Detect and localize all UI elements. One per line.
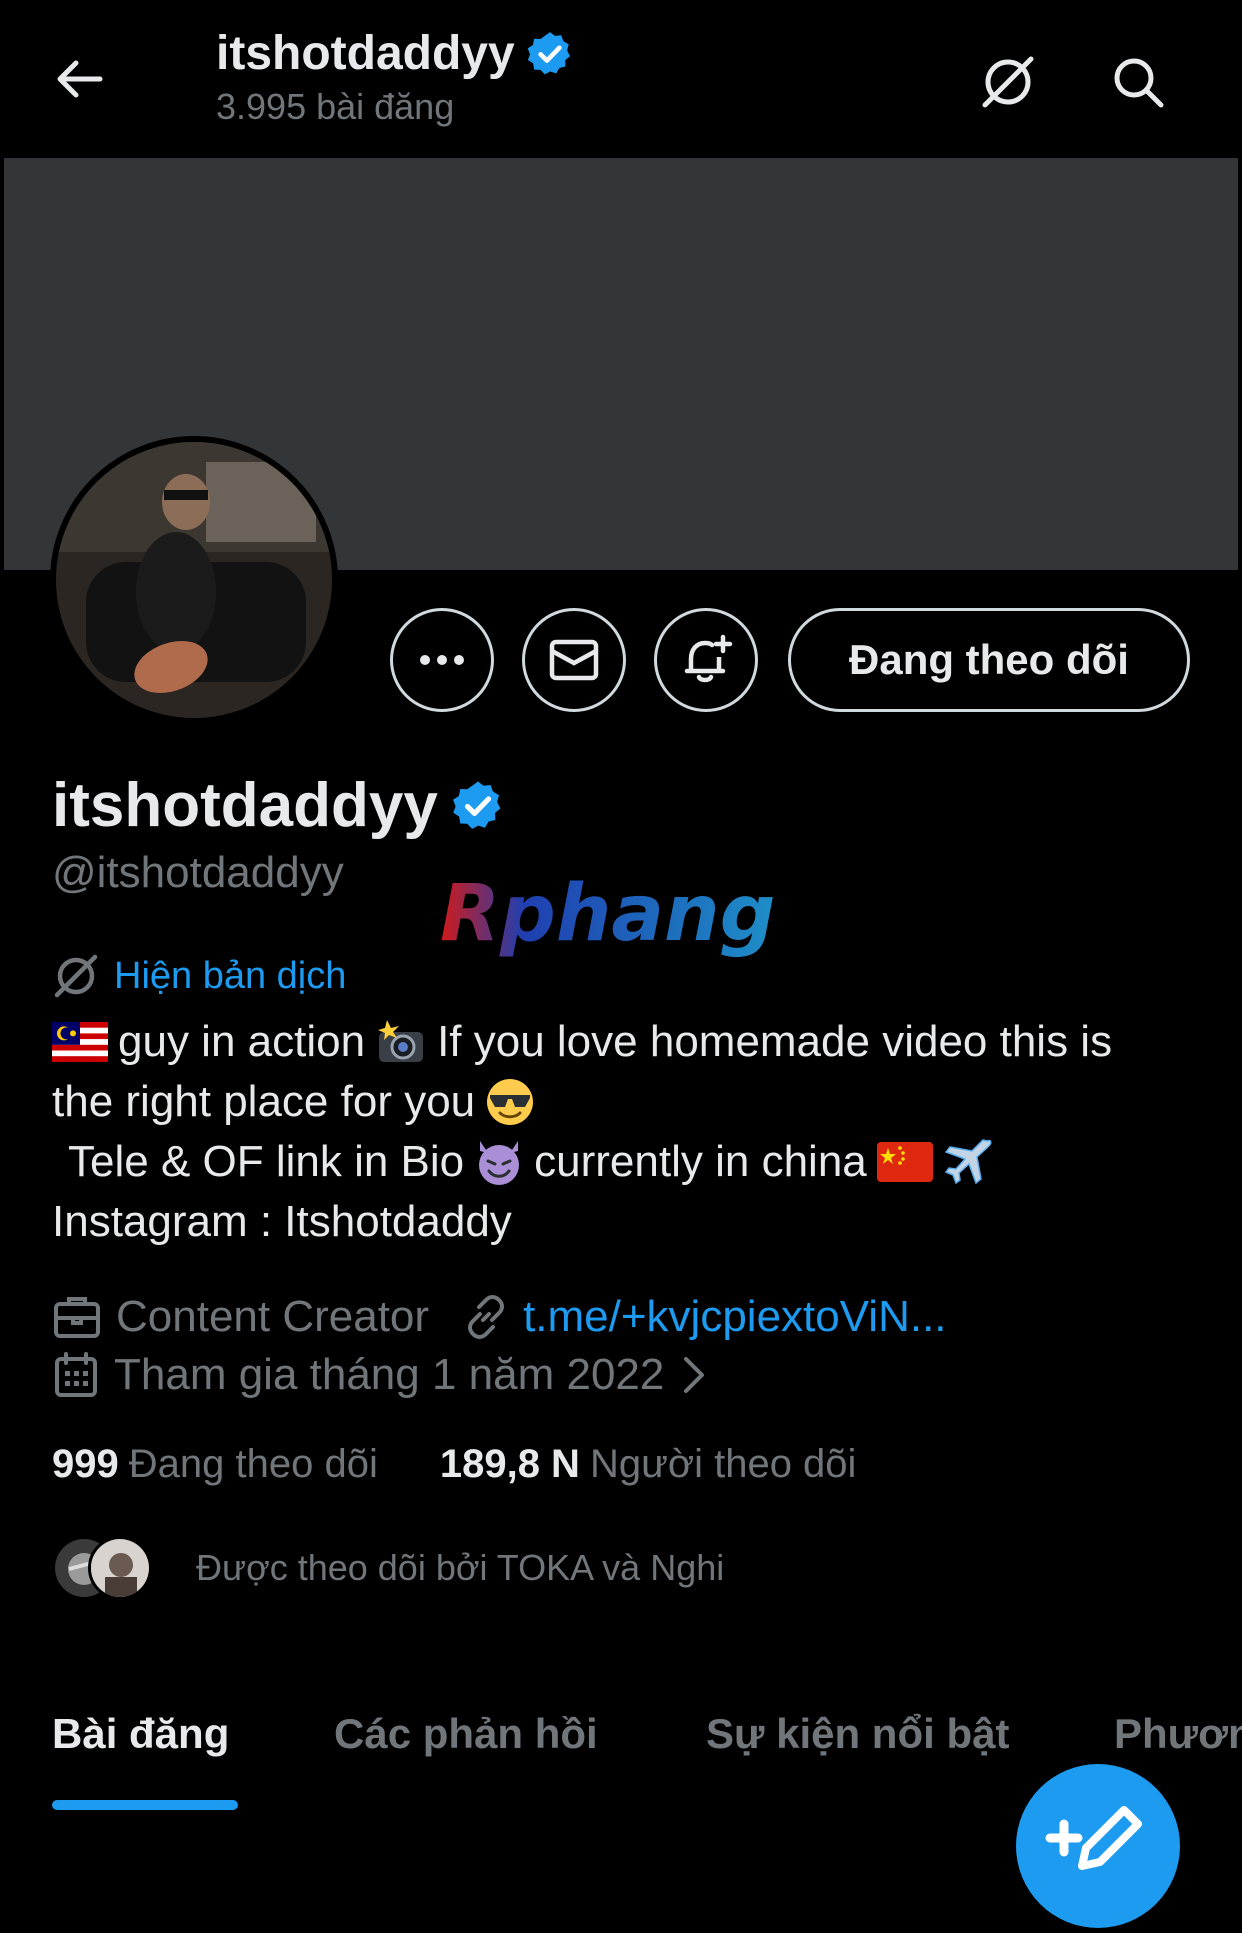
- avatar[interactable]: [50, 436, 338, 724]
- category-text: Content Creator: [116, 1292, 430, 1341]
- compose-post-button[interactable]: [1016, 1764, 1180, 1928]
- search-icon: [1114, 58, 1164, 108]
- following-count: 999: [52, 1442, 119, 1486]
- tab-media[interactable]: Phươn: [1114, 1710, 1242, 1758]
- more-options-button[interactable]: [390, 608, 494, 712]
- post-count: 3.995 bài đăng: [216, 86, 455, 127]
- message-button[interactable]: [522, 608, 626, 712]
- joined-date-row[interactable]: Tham gia tháng 1 năm 2022: [52, 1350, 708, 1400]
- bio-text: If you love homemade video this is: [437, 1017, 1113, 1066]
- camera-flash-icon: [378, 1020, 424, 1062]
- sunglasses-face-icon: [487, 1079, 534, 1125]
- verified-badge-icon[interactable]: [450, 778, 506, 834]
- profile-link[interactable]: t.me/+kvjcpiextoViN...: [463, 1292, 947, 1342]
- bell-plus-icon: [684, 634, 733, 683]
- tab-replies[interactable]: Các phản hồi: [334, 1710, 598, 1758]
- followed-by-text: Được theo dõi bởi TOKA và Nghi: [196, 1547, 725, 1588]
- bio-text: Instagram : Itshotdaddy: [52, 1197, 512, 1246]
- bio-text: Tele & OF link in Bio: [68, 1137, 465, 1186]
- joined-date-text: Tham gia tháng 1 năm 2022: [114, 1350, 665, 1399]
- translate-icon: [54, 954, 98, 998]
- china-flag-icon: [876, 1142, 933, 1182]
- followers-stat[interactable]: 189,8 N Người theo dõi: [440, 1442, 857, 1487]
- bio-text: the right place for you: [52, 1077, 476, 1126]
- bio-line: Instagram : Itshotdaddy: [52, 1192, 1192, 1252]
- devil-face-icon: [479, 1141, 520, 1185]
- show-translation-label: Hiện bản dịch: [114, 954, 347, 997]
- category: Content Creator: [52, 1292, 429, 1342]
- active-tab-indicator: [52, 1800, 238, 1810]
- link-icon: [468, 1295, 505, 1339]
- watermark-logo: Rphang: [440, 870, 775, 959]
- avatar-photo: [56, 442, 332, 718]
- tab-highlights[interactable]: Sự kiện nổi bật: [706, 1710, 1009, 1758]
- display-name: itshotdaddyy: [52, 770, 506, 841]
- search-button[interactable]: [1100, 44, 1176, 120]
- profile-link-text[interactable]: t.me/+kvjcpiextoViN...: [523, 1292, 946, 1342]
- handle: @itshotdaddyy: [52, 848, 344, 897]
- tab-posts[interactable]: Bài đăng: [52, 1710, 229, 1758]
- header-title: itshotdaddyy: [216, 24, 575, 84]
- bio-line: the right place for you: [52, 1072, 1192, 1132]
- follower-avatar-photo: [91, 1539, 149, 1597]
- followed-by-row[interactable]: Được theo dõi bởi TOKA và Nghi: [52, 1536, 724, 1600]
- notifications-button[interactable]: [654, 608, 758, 712]
- calendar-icon: [55, 1352, 97, 1397]
- mail-icon: [549, 639, 599, 681]
- more-dots-icon: [420, 655, 464, 665]
- chevron-right-icon: [684, 1357, 705, 1393]
- verified-badge-icon: [527, 32, 570, 75]
- joined-date: Tham gia tháng 1 năm 2022: [52, 1350, 708, 1400]
- translate-button[interactable]: [970, 44, 1046, 120]
- arrow-left-icon: [57, 60, 103, 98]
- profile-meta-row: Content Creator t.me/+kvjcpiextoViN...: [52, 1292, 947, 1342]
- show-translation-link[interactable]: Hiện bản dịch: [52, 952, 346, 1000]
- watermark-text: Rphang: [440, 870, 775, 959]
- bio-text: guy in action: [118, 1017, 366, 1066]
- airplane-icon: [944, 1139, 992, 1185]
- bio-line: guy in action If you love homemade video…: [52, 1012, 1192, 1072]
- display-name-text: itshotdaddyy: [52, 771, 438, 840]
- malaysia-flag-icon: [52, 1022, 108, 1062]
- header-title-text: itshotdaddyy: [216, 27, 515, 80]
- follow-stats: 999 Đang theo dõi 189,8 N Người theo dõi: [52, 1442, 856, 1487]
- followers-label: Người theo dõi: [589, 1442, 857, 1486]
- avatar: [88, 1536, 152, 1600]
- followers-count: 189,8 N: [439, 1442, 580, 1486]
- bio-text: currently in china: [534, 1137, 867, 1186]
- following-button[interactable]: Đang theo dõi: [788, 608, 1190, 712]
- briefcase-icon: [54, 1297, 100, 1338]
- back-button[interactable]: [44, 44, 114, 114]
- header-title-block: itshotdaddyy 3.995 bài đăng: [216, 24, 575, 128]
- bio-line: Tele & OF link in Bio currently in china: [52, 1132, 1192, 1192]
- compose-plus-icon: [1045, 1806, 1142, 1870]
- following-stat[interactable]: 999 Đang theo dõi: [52, 1442, 378, 1487]
- following-label: Đang theo dõi: [128, 1442, 378, 1486]
- bio: guy in action If you love homemade video…: [52, 1012, 1192, 1252]
- translate-icon: [982, 56, 1034, 108]
